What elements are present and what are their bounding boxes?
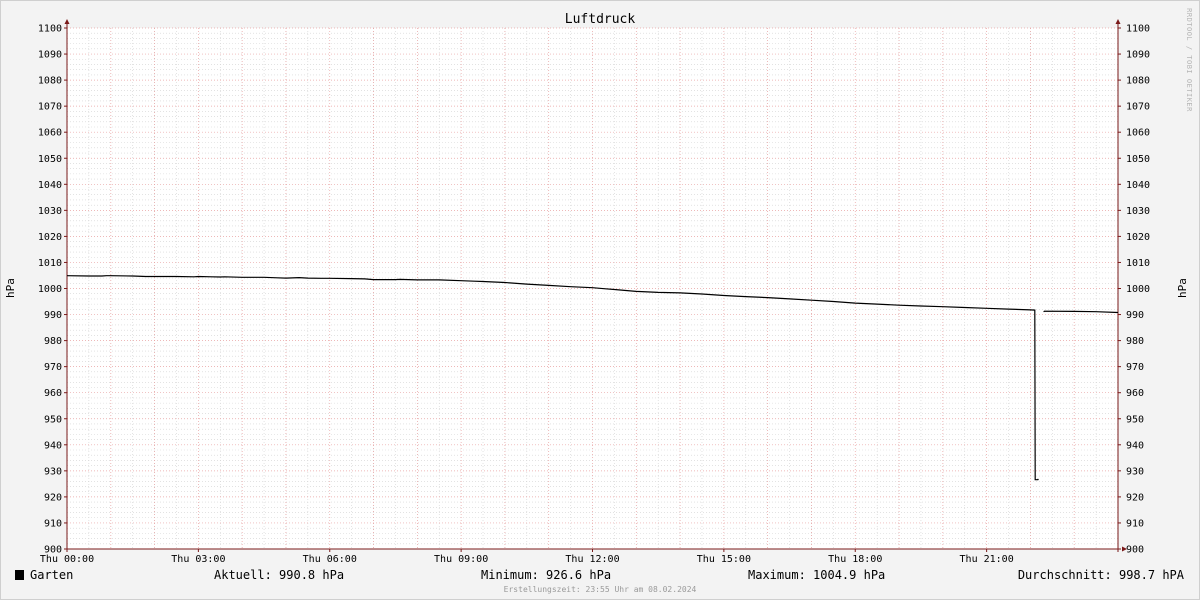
y-axis-label-right: hPa — [1176, 278, 1189, 298]
y-tick-label-right: 1030 — [1126, 206, 1150, 217]
legend-swatch — [15, 570, 24, 580]
y-tick-label-left: 920 — [44, 492, 62, 503]
y-tick-label-left: 1090 — [38, 50, 62, 61]
x-tick-labels: Thu 00:00 Thu 03:00 Thu 06:00 Thu 09:00 Thu … — [40, 554, 1014, 565]
y-tick-label-right: 970 — [1126, 362, 1144, 373]
y-tick-label-left: 1060 — [38, 128, 62, 139]
y-tick-labels-left: 9009109209309409509609709809901000101010… — [38, 24, 62, 556]
y-tick-label-left: 940 — [44, 440, 62, 451]
y-tick-label-left: 960 — [44, 388, 62, 399]
y-tick-label-right: 920 — [1126, 492, 1144, 503]
y-tick-label-right: 1040 — [1126, 180, 1150, 191]
x-tick-label: Thu 03:00 — [171, 554, 225, 565]
y-axis-arrow-right — [1115, 19, 1121, 24]
y-tick-label-left: 990 — [44, 310, 62, 321]
y-tick-label-left: 970 — [44, 362, 62, 373]
y-tick-label-right: 950 — [1126, 414, 1144, 425]
y-tick-labels-right: 900 910 920 930 940 950 960 970 980 990 1000 1010 10… — [1126, 24, 1150, 556]
y-tick-label-right: 1050 — [1126, 154, 1150, 165]
legend-aktuell: Aktuell: 990.8 hPa — [214, 568, 344, 582]
y-tick-label-right: 1010 — [1126, 258, 1150, 269]
y-axis-label-left: hPa — [4, 278, 17, 298]
y-tick-label-left: 1010 — [38, 258, 62, 269]
y-tick-label-right: 1090 — [1126, 50, 1150, 61]
x-tick-label: Thu 21:00 — [960, 554, 1014, 565]
y-axis-arrow-left — [64, 19, 70, 24]
y-tick-label-left: 1080 — [38, 76, 62, 87]
y-tick-label-right: 940 — [1126, 440, 1144, 451]
y-tick-label-left: 930 — [44, 466, 62, 477]
y-tick-label-left: 1020 — [38, 232, 62, 243]
y-tick-label-right: 960 — [1126, 388, 1144, 399]
y-tick-label-right: 1000 — [1126, 284, 1150, 295]
y-tick-label-left: 1040 — [38, 180, 62, 191]
watermark: RRDTOOL / TOBI OETIKER — [1185, 8, 1193, 112]
x-tick-label: Thu 18:00 — [828, 554, 882, 565]
y-tick-label-left: 1070 — [38, 102, 62, 113]
legend-durchschnitt: Durchschnitt: 998.7 hPA — [1018, 568, 1185, 582]
y-tick-label-right: 930 — [1126, 466, 1144, 477]
y-tick-label-right: 900 — [1126, 545, 1144, 556]
chart-svg: Luftdruck 900 910 920 930 940 950 960 970 980 990… — [4, 8, 1193, 594]
legend-series-name: Garten — [30, 568, 73, 582]
chart-title: Luftdruck — [565, 12, 636, 27]
y-tick-label-left: 950 — [44, 414, 62, 425]
x-tick-label: Thu 12:00 — [565, 554, 619, 565]
y-tick-label-right: 910 — [1126, 518, 1144, 529]
y-tick-label-left: 1000 — [38, 284, 62, 295]
x-tick-label: Thu 15:00 — [697, 554, 751, 565]
y-tick-label-right: 1100 — [1126, 24, 1150, 35]
legend-maximum: Maximum: 1004.9 hPa — [748, 568, 885, 582]
y-tick-label-right: 1020 — [1126, 232, 1150, 243]
y-tick-label-left: 1100 — [38, 24, 62, 35]
x-tick-label: Thu 09:00 — [434, 554, 488, 565]
y-tick-label-left: 910 — [44, 518, 62, 529]
x-tick-label: Thu 00:00 — [40, 554, 94, 565]
y-tick-label-right: 1070 — [1126, 102, 1150, 113]
y-tick-label-right: 990 — [1126, 310, 1144, 321]
y-tick-label-right: 1060 — [1126, 128, 1150, 139]
legend-minimum: Minimum: 926.6 hPa — [481, 568, 611, 582]
y-tick-label-right: 980 — [1126, 336, 1144, 347]
y-tick-label-right: 1080 — [1126, 76, 1150, 87]
y-tick-label-left: 1050 — [38, 154, 62, 165]
footer-timestamp: Erstellungszeit: 23:55 Uhr am 08.02.2024 — [504, 585, 697, 594]
x-tick-label: Thu 06:00 — [303, 554, 357, 565]
y-tick-label-left: 1030 — [38, 206, 62, 217]
y-tick-label-left: 980 — [44, 336, 62, 347]
